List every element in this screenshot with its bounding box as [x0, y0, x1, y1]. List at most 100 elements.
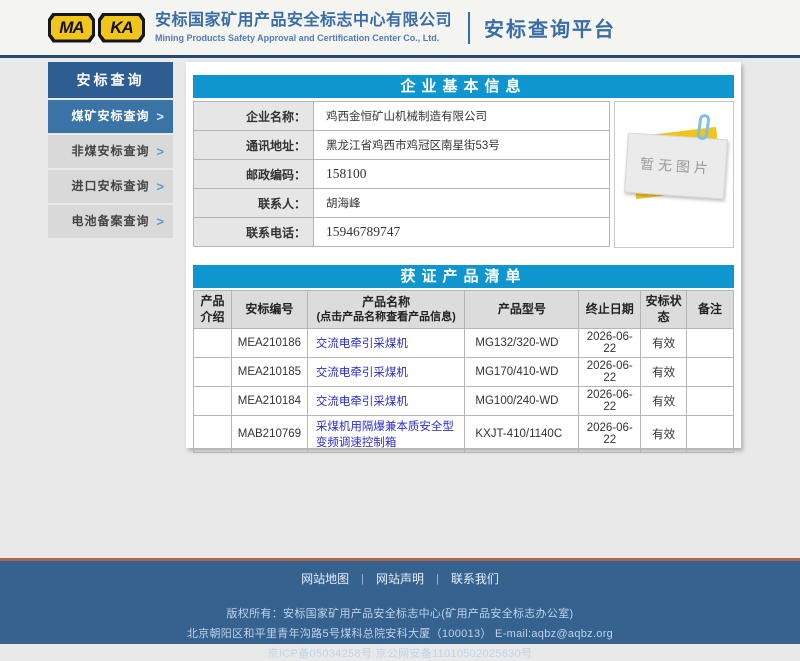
sidebar-item-coal-mine-query[interactable]: 煤矿安标查询 >	[48, 100, 173, 133]
ma-badge-label: MA	[51, 16, 92, 40]
product-name-link[interactable]: 交流电牵引采煤机	[316, 396, 408, 408]
table-row: MAB210769 采煤机用隔爆兼本质安全型变频调速控制箱 KXJT-410/1…	[194, 416, 734, 453]
cell-remark	[687, 387, 734, 416]
product-name-link[interactable]: 交流电牵引采煤机	[316, 367, 408, 379]
column-header-name: 产品名称 (点击产品名称查看产品信息)	[307, 291, 465, 329]
footer-link-contact[interactable]: 联系我们	[451, 570, 499, 587]
cell-product-name: 采煤机用隔爆兼本质安全型变频调速控制箱	[307, 416, 465, 453]
cell-status: 有效	[641, 358, 687, 387]
ka-badge-icon: KA	[98, 13, 145, 43]
chevron-right-icon: >	[156, 205, 165, 238]
table-row: 联系人： 胡海峰	[193, 189, 610, 218]
company-name-value: 鸡西金恒矿山机械制造有限公司	[314, 102, 610, 130]
cell-model: KXJT-410/1140C	[465, 416, 579, 453]
photo-card-front: 暂无图片	[624, 133, 728, 200]
sidebar-item-import-query[interactable]: 进口安标查询 >	[48, 170, 173, 203]
cell-model: MG170/410-WD	[465, 358, 579, 387]
chevron-right-icon: >	[156, 170, 165, 203]
column-header-model: 产品型号	[465, 291, 579, 329]
column-label: 终止日期	[586, 302, 634, 316]
cell-code: MAB210769	[231, 416, 307, 453]
enterprise-info-header: 企业基本信息	[193, 75, 734, 98]
table-header-row: 产品介绍 安标编号 产品名称 (点击产品名称查看产品信息) 产品型号 终止日期 …	[194, 291, 734, 329]
certified-product-table: 产品介绍 安标编号 产品名称 (点击产品名称查看产品信息) 产品型号 终止日期 …	[193, 290, 734, 453]
postcode-value: 158100	[314, 160, 610, 188]
cell-code: MEA210186	[231, 329, 307, 358]
no-image-label: 暂无图片	[639, 154, 712, 179]
page-body: 安标查询 煤矿安标查询 > 非煤安标查询 > 进口安标查询 > 电池备案查询 >…	[0, 58, 800, 558]
header-divider	[468, 12, 470, 44]
no-image-placeholder: 暂无图片	[614, 101, 734, 248]
column-header-intro: 产品介绍	[194, 291, 232, 329]
cell-status: 有效	[641, 416, 687, 453]
column-label: 产品型号	[498, 302, 546, 316]
footer-link-statement[interactable]: 网站声明	[376, 570, 424, 587]
column-header-status: 安标状态	[641, 291, 687, 329]
column-label: 产品介绍	[200, 294, 224, 324]
column-label: 安标编号	[245, 302, 293, 316]
enterprise-info-table: 企业名称： 鸡西金恒矿山机械制造有限公司 通讯地址： 黑龙江省鸡西市鸡冠区南星街…	[193, 101, 610, 248]
table-row: 通讯地址： 黑龙江省鸡西市鸡冠区南星街53号	[193, 131, 610, 160]
footer-link-sitemap[interactable]: 网站地图	[301, 570, 349, 587]
cell-intro	[194, 329, 232, 358]
cell-product-name: 交流电牵引采煤机	[307, 358, 465, 387]
cell-remark	[687, 329, 734, 358]
cell-status: 有效	[641, 329, 687, 358]
ka-badge-label: KA	[101, 16, 142, 40]
column-label: 安标状态	[646, 294, 682, 324]
cell-code: MEA210185	[231, 358, 307, 387]
footer-icp: 京ICP备05034258号 京公网安备11010502025630号	[0, 645, 800, 661]
link-separator: |	[361, 573, 364, 585]
cell-end-date: 2026-06-22	[579, 329, 641, 358]
cell-intro	[194, 358, 232, 387]
field-label: 企业名称：	[194, 102, 314, 130]
field-label: 邮政编码：	[194, 160, 314, 188]
main-panel: 企业基本信息 企业名称： 鸡西金恒矿山机械制造有限公司 通讯地址： 黑龙江省鸡西…	[186, 62, 741, 448]
cell-product-name: 交流电牵引采煤机	[307, 387, 465, 416]
cell-end-date: 2026-06-22	[579, 416, 641, 453]
sidebar-item-label: 煤矿安标查询	[71, 109, 149, 123]
cell-remark	[687, 416, 734, 453]
column-header-code: 安标编号	[231, 291, 307, 329]
platform-title: 安标查询平台	[484, 13, 616, 42]
cell-intro	[194, 416, 232, 453]
link-separator: |	[436, 573, 439, 585]
table-row: 联系电话： 15946789747	[193, 218, 610, 247]
sidebar-title: 安标查询	[48, 62, 173, 98]
table-row: MEA210185 交流电牵引采煤机 MG170/410-WD 2026-06-…	[194, 358, 734, 387]
field-label: 通讯地址：	[194, 131, 314, 159]
query-sidebar: 安标查询 煤矿安标查询 > 非煤安标查询 > 进口安标查询 > 电池备案查询 >	[48, 62, 173, 238]
footer-copyright: 版权所有：安标国家矿用产品安全标志中心(矿用产品安全标志办公室)	[0, 605, 800, 621]
table-row: 邮政编码： 158100	[193, 160, 610, 189]
org-name-en: Mining Products Safety Approval and Cert…	[155, 33, 452, 43]
top-header: MA KA 安标国家矿用产品安全标志中心有限公司 Mining Products…	[0, 0, 800, 55]
ma-badge-icon: MA	[48, 13, 95, 43]
cell-end-date: 2026-06-22	[579, 387, 641, 416]
sidebar-item-label: 电池备案查询	[71, 214, 149, 228]
chevron-right-icon: >	[156, 100, 165, 133]
sidebar-item-non-coal-query[interactable]: 非煤安标查询 >	[48, 135, 173, 168]
contact-person-value: 胡海峰	[314, 189, 610, 217]
cell-product-name: 交流电牵引采煤机	[307, 329, 465, 358]
footer-address: 北京朝阳区和平里青年沟路5号煤科总院安科大厦（100013） E-mail:aq…	[0, 625, 800, 641]
product-list-header: 获证产品清单	[193, 265, 734, 288]
cell-status: 有效	[641, 387, 687, 416]
table-row: 企业名称： 鸡西金恒矿山机械制造有限公司	[193, 102, 610, 131]
column-header-end-date: 终止日期	[579, 291, 641, 329]
chevron-right-icon: >	[156, 135, 165, 168]
page-footer: 网站地图 | 网站声明 | 联系我们 版权所有：安标国家矿用产品安全标志中心(矿…	[0, 558, 800, 644]
product-name-link[interactable]: 采煤机用隔爆兼本质安全型变频调速控制箱	[316, 421, 454, 449]
field-label: 联系电话：	[194, 218, 314, 246]
sidebar-item-battery-record-query[interactable]: 电池备案查询 >	[48, 205, 173, 238]
column-label: 备注	[698, 302, 722, 316]
cell-remark	[687, 358, 734, 387]
org-titles: 安标国家矿用产品安全标志中心有限公司 Mining Products Safet…	[155, 12, 452, 44]
table-row: MEA210186 交流电牵引采煤机 MG132/320-WD 2026-06-…	[194, 329, 734, 358]
product-name-link[interactable]: 交流电牵引采煤机	[316, 338, 408, 350]
address-value: 黑龙江省鸡西市鸡冠区南星街53号	[314, 131, 610, 159]
sidebar-item-label: 进口安标查询	[71, 179, 149, 193]
cell-code: MEA210184	[231, 387, 307, 416]
column-sublabel: (点击产品名称查看产品信息)	[309, 310, 464, 324]
cell-model: MG100/240-WD	[465, 387, 579, 416]
field-label: 联系人：	[194, 189, 314, 217]
